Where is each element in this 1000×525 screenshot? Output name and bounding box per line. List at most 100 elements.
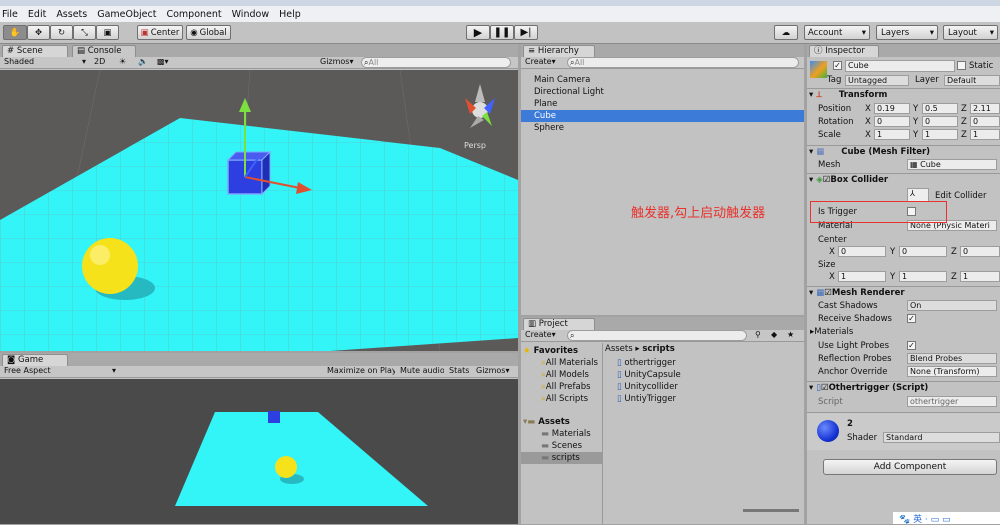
file-unitycollider[interactable]: ▯ Unitycollider — [617, 381, 797, 393]
menu-gameobject[interactable]: GameObject — [97, 9, 156, 20]
layout-dropdown[interactable]: Layout ▾ — [943, 25, 998, 40]
tab-inspector[interactable]: ⓘ Inspector — [809, 45, 879, 57]
hierarchy-item-main-camera[interactable]: Main Camera — [521, 74, 804, 86]
pause-button[interactable]: ❚❚ — [490, 25, 514, 40]
game-viewport[interactable] — [0, 379, 518, 524]
folder-scenes[interactable]: ▬ Scenes — [521, 440, 602, 452]
layer-dropdown[interactable]: Default — [944, 75, 1000, 86]
scene-audio-icon[interactable]: 🔈 — [136, 57, 150, 68]
menu-component[interactable]: Component — [166, 9, 221, 20]
tab-project[interactable]: ▥ Project — [523, 318, 595, 330]
transform-header[interactable]: ▾ ⟂ Transform — [807, 88, 1000, 102]
object-name-field[interactable]: Cube — [845, 60, 955, 72]
menu-file[interactable]: File — [2, 9, 18, 20]
favorite-star-icon[interactable]: ★ — [785, 330, 799, 341]
breadcrumb-assets[interactable]: Assets — [605, 344, 633, 354]
project-search-input[interactable]: ⌕ — [567, 330, 747, 341]
gizmos-dropdown[interactable]: Gizmos▾ — [318, 57, 358, 68]
filter-type-icon[interactable]: ⚲ — [753, 330, 767, 341]
script-enabled-checkbox[interactable]: ☑ — [821, 383, 829, 393]
project-create-dropdown[interactable]: Create▾ — [523, 330, 563, 341]
mesh-field[interactable]: ▦ Cube — [907, 159, 997, 170]
tab-scene[interactable]: # Scene — [2, 45, 68, 57]
favorite-all-models[interactable]: ⌕All Models — [521, 369, 602, 381]
reflection-probes-dropdown[interactable]: Blend Probes — [907, 353, 997, 364]
file-untiytrigger[interactable]: ▯ UntiyTrigger — [617, 393, 797, 405]
mute-audio-toggle[interactable]: Mute audio — [398, 366, 444, 377]
favorites-header[interactable]: ★ Favorites — [521, 345, 602, 357]
shading-mode-dropdown[interactable]: Shaded ▾ — [2, 57, 88, 68]
scale-tool-button[interactable]: ⤡ — [73, 25, 96, 40]
materials-foldout[interactable]: ▸Materials — [810, 327, 853, 337]
mesh-renderer-header[interactable]: ▾ ▦☑Mesh Renderer — [807, 286, 1000, 300]
edit-collider-button[interactable]: ⅄ — [907, 188, 929, 202]
ime-status-bar[interactable]: 🐾 英 · ▭ ▭ — [893, 512, 1000, 525]
favorite-all-scripts[interactable]: ⌕All Scripts — [521, 393, 602, 405]
tab-game[interactable]: ◙ Game — [2, 354, 68, 366]
file-unitycapsule[interactable]: ▯ UnityCapsule — [617, 369, 797, 381]
position-x-field[interactable]: 0.19 — [874, 103, 910, 114]
script-component-header[interactable]: ▾ ▯☑Othertrigger (Script) — [807, 381, 1000, 395]
active-checkbox[interactable]: ✓ — [833, 61, 842, 70]
center-y-field[interactable]: 0 — [899, 246, 947, 257]
icon-size-slider[interactable] — [743, 509, 799, 512]
breadcrumb-scripts[interactable]: scripts — [642, 344, 674, 354]
menu-assets[interactable]: Assets — [56, 9, 87, 20]
account-dropdown[interactable]: Account ▾ — [804, 25, 870, 40]
size-z-field[interactable]: 1 — [960, 271, 1000, 282]
hierarchy-search-input[interactable]: ⌕All — [567, 57, 799, 68]
menu-edit[interactable]: Edit — [28, 9, 46, 20]
scene-sphere[interactable] — [82, 238, 138, 294]
tag-dropdown[interactable]: Untagged — [845, 75, 909, 86]
move-tool-button[interactable]: ✥ — [27, 25, 50, 40]
cloud-button[interactable]: ☁ — [774, 25, 798, 40]
center-z-field[interactable]: 0 — [960, 246, 1000, 257]
scene-effects-icon[interactable]: ▩▾ — [155, 57, 181, 68]
shader-dropdown[interactable]: Standard — [883, 432, 1000, 443]
pivot-global-button[interactable]: ◉ Global — [186, 25, 231, 40]
toggle-2d-button[interactable]: 2D — [92, 57, 112, 68]
persp-label[interactable]: Persp — [464, 141, 486, 150]
stats-toggle[interactable]: Stats — [447, 366, 471, 377]
favorite-all-materials[interactable]: ⌕All Materials — [521, 357, 602, 369]
scale-y-field[interactable]: 1 — [922, 129, 958, 140]
hierarchy-create-dropdown[interactable]: Create▾ — [523, 57, 563, 68]
aspect-dropdown[interactable]: Free Aspect ▾ — [2, 366, 118, 377]
script-field[interactable]: othertrigger — [907, 396, 997, 407]
assets-folder[interactable]: ▾▬ Assets — [521, 416, 602, 428]
rotation-z-field[interactable]: 0 — [970, 116, 1000, 127]
hand-tool-button[interactable]: ✋ — [3, 25, 27, 40]
mesh-renderer-enabled-checkbox[interactable]: ☑ — [824, 288, 832, 298]
file-othertrigger[interactable]: ▯ othertrigger — [617, 357, 797, 369]
rotate-tool-button[interactable]: ↻ — [50, 25, 73, 40]
hierarchy-item-sphere[interactable]: Sphere — [521, 122, 804, 134]
hierarchy-item-cube[interactable]: Cube — [521, 110, 804, 122]
hierarchy-item-directional-light[interactable]: Directional Light — [521, 86, 804, 98]
rotation-x-field[interactable]: 0 — [874, 116, 910, 127]
filter-label-icon[interactable]: ◆ — [769, 330, 783, 341]
menu-window[interactable]: Window — [232, 9, 269, 20]
center-x-field[interactable]: 0 — [838, 246, 886, 257]
favorite-all-prefabs[interactable]: ⌕All Prefabs — [521, 381, 602, 393]
menu-help[interactable]: Help — [279, 9, 301, 20]
anchor-override-field[interactable]: None (Transform) — [907, 366, 997, 377]
step-button[interactable]: ▶| — [514, 25, 538, 40]
size-y-field[interactable]: 1 — [899, 271, 947, 282]
rect-tool-button[interactable]: ▣ — [96, 25, 119, 40]
pivot-center-button[interactable]: ▣ Center — [137, 25, 183, 40]
size-x-field[interactable]: 1 — [838, 271, 886, 282]
folder-scripts[interactable]: ▬ scripts — [521, 452, 602, 464]
layers-dropdown[interactable]: Layers ▾ — [876, 25, 938, 40]
play-button[interactable]: ▶ — [466, 25, 490, 40]
position-y-field[interactable]: 0.5 — [922, 103, 958, 114]
tab-console[interactable]: ▤ Console — [72, 45, 136, 57]
add-component-button[interactable]: Add Component — [823, 459, 997, 475]
hierarchy-item-plane[interactable]: Plane — [521, 98, 804, 110]
scale-z-field[interactable]: 1 — [970, 129, 1000, 140]
box-collider-header[interactable]: ▾ ◈☑Box Collider — [807, 173, 1000, 187]
game-gizmos-dropdown[interactable]: Gizmos▾ — [474, 366, 516, 377]
maximize-on-play-toggle[interactable]: Maximize on Play — [325, 366, 395, 377]
cast-shadows-dropdown[interactable]: On — [907, 300, 997, 311]
use-light-probes-checkbox[interactable]: ✓ — [907, 341, 916, 350]
position-z-field[interactable]: 2.11 — [970, 103, 1000, 114]
